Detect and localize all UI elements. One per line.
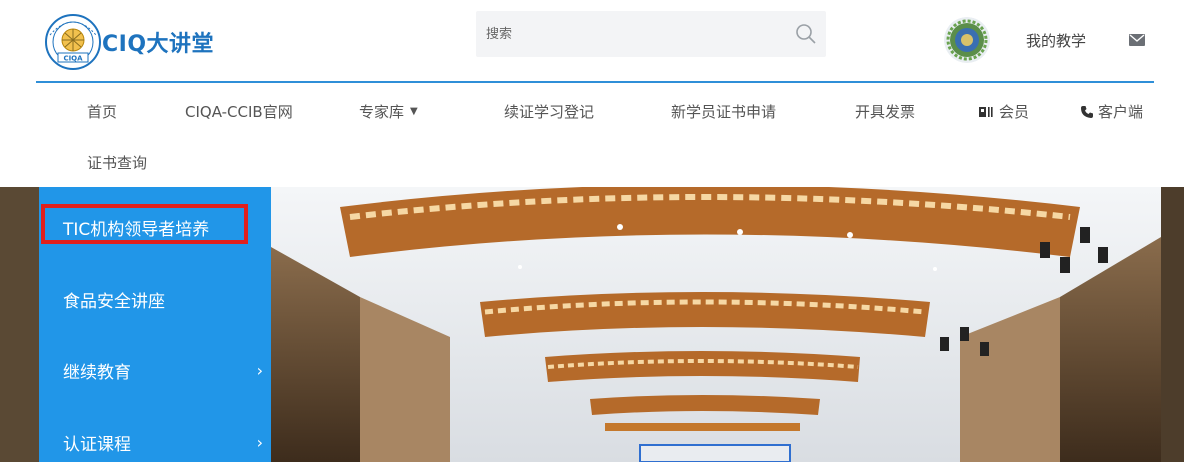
nav-item-member[interactable]: 会员 bbox=[979, 101, 1029, 122]
nav-item-home[interactable]: 首页 bbox=[87, 101, 117, 122]
avatar[interactable] bbox=[944, 17, 990, 63]
highlight-annotation-box bbox=[41, 204, 248, 244]
nav-item-certificate-query[interactable]: 证书查询 bbox=[87, 152, 147, 173]
chevron-right-icon: › bbox=[256, 432, 263, 452]
nav-item-label: 会员 bbox=[999, 103, 1030, 121]
nav-item-label: 首页 bbox=[87, 103, 118, 121]
my-teaching-link[interactable]: 我的教学 bbox=[1026, 30, 1086, 51]
search-box bbox=[476, 11, 826, 57]
nav-item-official-site[interactable]: CIQA-CCIB官网 bbox=[185, 101, 293, 122]
side-menu-item-label: 继续教育 bbox=[63, 362, 131, 383]
nav-item-label: 新学员证书申请 bbox=[671, 103, 777, 121]
vip-card-icon bbox=[979, 106, 995, 118]
side-menu-item-label: 食品安全讲座 bbox=[63, 291, 165, 312]
svg-text:CIQA: CIQA bbox=[63, 55, 83, 63]
nav-item-label: 证书查询 bbox=[87, 154, 148, 172]
side-menu-item-label: 认证课程 bbox=[63, 434, 131, 455]
side-menu-item-food-safety[interactable]: 食品安全讲座 bbox=[39, 265, 271, 333]
phone-icon bbox=[1080, 105, 1094, 119]
nav-item-renewal-registration[interactable]: 续证学习登记 bbox=[504, 101, 594, 122]
nav-item-label: 续证学习登记 bbox=[504, 103, 595, 121]
site-header: CIQA CIQ大讲堂 我的教学 bbox=[0, 0, 1184, 83]
side-menu-item-certification-courses[interactable]: 认证课程 › bbox=[39, 408, 271, 462]
nav-item-client[interactable]: 客户端 bbox=[1080, 101, 1143, 122]
avatar-image bbox=[944, 17, 990, 63]
nav-item-invoice[interactable]: 开具发票 bbox=[855, 101, 915, 122]
site-logo[interactable]: CIQA CIQ大讲堂 bbox=[44, 13, 214, 71]
search-input[interactable] bbox=[476, 11, 776, 57]
nav-item-new-certificate[interactable]: 新学员证书申请 bbox=[671, 101, 776, 122]
ciqa-emblem-icon: CIQA bbox=[45, 14, 101, 70]
logo-text: CIQ大讲堂 bbox=[102, 32, 215, 57]
mail-icon[interactable] bbox=[1129, 34, 1145, 46]
search-icon[interactable] bbox=[794, 22, 818, 46]
nav-item-label: 专家库 bbox=[359, 103, 405, 121]
nav-item-label: 开具发票 bbox=[855, 103, 916, 121]
caret-down-icon: ▼ bbox=[410, 106, 418, 117]
main-nav: 首页 CIQA-CCIB官网 专家库 ▼ 续证学习登记 新学员证书申请 开具发票… bbox=[0, 82, 1184, 187]
nav-item-label: CIQA-CCIB官网 bbox=[185, 103, 293, 121]
nav-item-expert-library[interactable]: 专家库 ▼ bbox=[359, 101, 418, 122]
chevron-right-icon: › bbox=[256, 360, 263, 380]
nav-item-label: 客户端 bbox=[1098, 103, 1144, 121]
side-menu-item-continuing-education[interactable]: 继续教育 › bbox=[39, 336, 271, 404]
